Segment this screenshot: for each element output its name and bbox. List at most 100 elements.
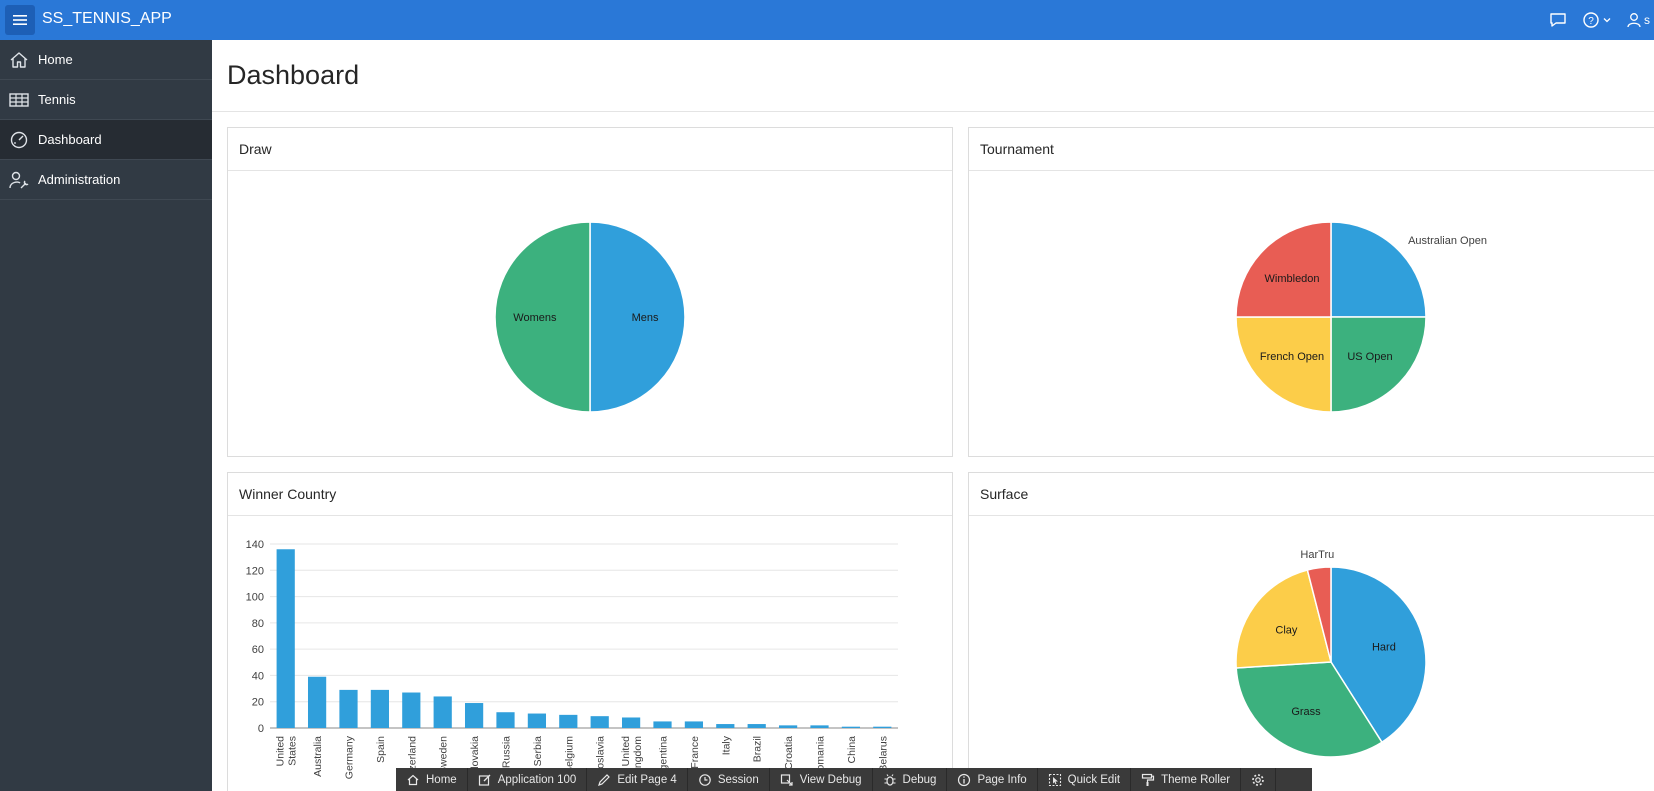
bar-croatia[interactable] xyxy=(778,725,798,728)
developer-toolbar: Home Application 100 Edit Page 4 Session Vie… xyxy=(396,768,1312,791)
dev-toolbar-label: Page Info xyxy=(977,773,1027,786)
dev-toolbar-settings-button[interactable] xyxy=(1241,768,1277,791)
x-tick-label-group: Italy xyxy=(720,735,732,755)
bar-italy[interactable] xyxy=(716,724,735,728)
draw-region: Draw Mens Womens xyxy=(227,127,953,457)
sidebar-item-tennis[interactable]: Tennis xyxy=(0,80,212,120)
chat-icon xyxy=(1550,13,1566,27)
pie-label-womens: Womens xyxy=(513,312,557,324)
view-debug-icon xyxy=(780,773,793,786)
clock-icon xyxy=(699,773,711,786)
x-tick-label-group: Brazil xyxy=(752,736,764,762)
dev-toolbar-home-button[interactable]: Home xyxy=(396,768,468,791)
pie-label-hartru: HarTru xyxy=(1300,549,1334,561)
bar-china[interactable] xyxy=(841,726,861,728)
x-tick-label: Brazil xyxy=(752,736,764,762)
bar-spain[interactable] xyxy=(370,689,390,728)
y-tick-label: 120 xyxy=(246,565,264,577)
bar-argentina[interactable] xyxy=(653,721,672,728)
x-tick-label: Australia xyxy=(312,736,324,777)
user-icon xyxy=(1627,13,1641,28)
home-icon xyxy=(407,774,419,785)
sidebar-item-label: Home xyxy=(38,52,73,67)
region-title: Draw xyxy=(228,128,952,171)
x-tick-label-group: Croatia xyxy=(783,736,795,770)
bar-australia[interactable] xyxy=(307,676,327,728)
region-title: Surface xyxy=(969,473,1654,516)
pie-label-mens: Mens xyxy=(632,312,659,324)
dev-toolbar-debug-button[interactable]: Debug xyxy=(873,768,948,791)
bar-czechoslovakia[interactable] xyxy=(464,703,484,728)
dev-toolbar-session-button[interactable]: Session xyxy=(688,768,770,791)
page-title: Dashboard xyxy=(227,60,360,90)
bar-russia[interactable] xyxy=(496,712,515,728)
tournament-pie-chart: Australian Open US Open French Open Wimbled… xyxy=(1235,221,1487,413)
x-tick-label-group: UnitedStates xyxy=(275,736,299,767)
bar-brazil[interactable] xyxy=(747,724,766,728)
bar-yugoslavia[interactable] xyxy=(590,716,609,728)
x-tick-label-group: France xyxy=(689,736,701,769)
pie-label-australian-open: Australian Open xyxy=(1408,235,1487,247)
bar-germany[interactable] xyxy=(339,689,358,728)
bar-united-kingdom[interactable] xyxy=(621,717,641,728)
tournament-region: Tournament Australian Open US Open French … xyxy=(968,127,1654,457)
x-tick-label-group: Spain xyxy=(375,736,387,763)
bar-romania[interactable] xyxy=(810,725,829,728)
winner-country-region: Winner Country 0 20 40 60 80 100 120 140 UnitedS… xyxy=(227,472,953,791)
svg-text:?: ? xyxy=(1588,16,1594,27)
feedback-button[interactable] xyxy=(1549,9,1567,31)
sidebar-item-dashboard[interactable]: Dashboard xyxy=(0,120,212,160)
side-navigation: Home Tennis Dashboard Administration xyxy=(0,40,212,791)
bar-belarus[interactable] xyxy=(873,726,892,728)
bar-switzerland[interactable] xyxy=(402,692,421,728)
dev-toolbar-quick-edit-button[interactable]: Quick Edit xyxy=(1038,768,1132,791)
edit-icon xyxy=(478,774,491,786)
pie-slice-wimbledon[interactable] xyxy=(1235,221,1332,318)
x-tick-label-group: Australia xyxy=(312,736,324,777)
sidebar-item-home[interactable]: Home xyxy=(0,40,212,80)
dev-toolbar-view-debug-button[interactable]: View Debug xyxy=(770,768,873,791)
x-tick-label-group: Germany xyxy=(344,735,356,779)
dev-toolbar-label: Theme Roller xyxy=(1161,773,1231,786)
dev-toolbar-label: Edit Page 4 xyxy=(617,773,677,786)
region-title: Winner Country xyxy=(228,473,952,516)
x-tick-label: Italy xyxy=(720,735,732,755)
pie-slice-french-open[interactable] xyxy=(1235,316,1332,413)
dev-toolbar-label: Home xyxy=(426,773,457,786)
dev-toolbar-edit-page-4-button[interactable]: Edit Page 4 xyxy=(587,768,688,791)
pie-label-grass: Grass xyxy=(1291,706,1321,718)
dev-toolbar-page-info-button[interactable]: Page Info xyxy=(947,768,1038,791)
dev-toolbar-label: Debug xyxy=(902,773,937,786)
help-icon: ? xyxy=(1583,12,1599,28)
draw-pie-chart: Mens Womens xyxy=(494,221,686,413)
bar-belgium[interactable] xyxy=(559,714,578,728)
dev-toolbar-label: Application 100 xyxy=(497,773,577,786)
x-tick-label: UnitedStates xyxy=(275,736,299,767)
bug-icon xyxy=(884,773,896,786)
y-tick-label: 20 xyxy=(252,697,264,709)
bar-serbia[interactable] xyxy=(527,713,547,728)
sidebar-item-label: Tennis xyxy=(38,92,76,107)
sidebar-item-administration[interactable]: Administration xyxy=(0,160,212,200)
bar-united-states[interactable] xyxy=(276,549,295,728)
dev-toolbar-label: View Debug xyxy=(799,773,862,786)
x-tick-label-group: Russia xyxy=(501,736,513,768)
paint-roller-icon xyxy=(1141,773,1155,786)
x-tick-label: Serbia xyxy=(532,736,544,767)
bar-france[interactable] xyxy=(684,721,704,728)
gear-icon xyxy=(1252,773,1264,786)
help-menu-button[interactable]: ? xyxy=(1582,9,1612,31)
user-name: s xyxy=(1644,13,1650,27)
y-tick-label: 0 xyxy=(258,723,264,735)
pie-slice-us-open[interactable] xyxy=(1330,316,1427,413)
dev-toolbar-theme-roller-button[interactable]: Theme Roller xyxy=(1131,768,1242,791)
user-menu-button[interactable]: s xyxy=(1627,9,1650,31)
dev-toolbar-application-100-button[interactable]: Application 100 xyxy=(468,768,588,791)
winner-country-bar-chart: 0 20 40 60 80 100 120 140 UnitedStates Australia G… xyxy=(246,539,898,791)
bar-sweden[interactable] xyxy=(433,696,452,728)
menu-toggle-button[interactable] xyxy=(5,5,35,35)
app-title[interactable]: SS_TENNIS_APP xyxy=(42,0,172,40)
dev-toolbar-label: Quick Edit xyxy=(1067,773,1121,786)
x-tick-label: Spain xyxy=(375,736,387,763)
y-tick-label: 60 xyxy=(252,644,264,656)
